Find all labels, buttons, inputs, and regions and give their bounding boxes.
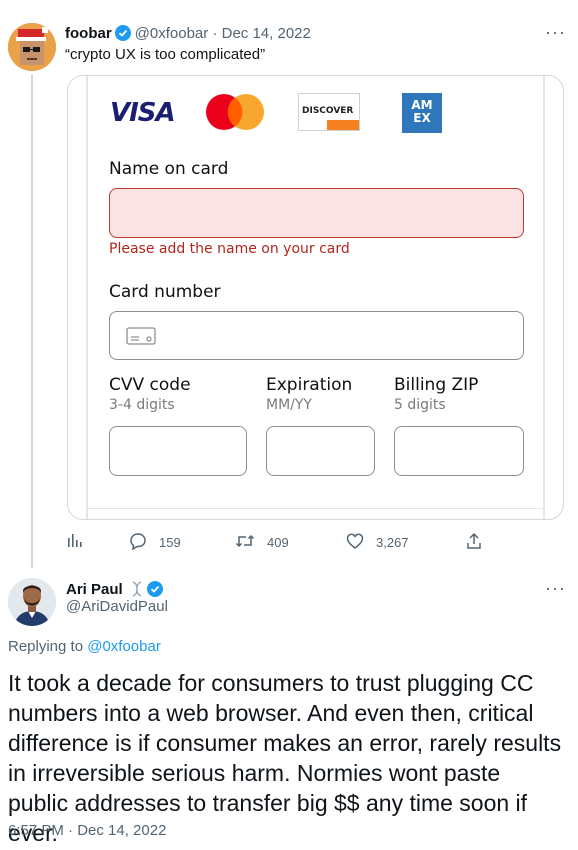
like-count: 3,267	[376, 535, 409, 550]
avatar-ari-paul[interactable]	[8, 578, 56, 626]
card-number-input[interactable]	[109, 311, 524, 360]
verified-badge-icon	[114, 25, 131, 47]
author-handle-2[interactable]: @AriDavidPaul	[66, 598, 168, 615]
replying-to-prefix: Replying to	[8, 638, 84, 655]
tweet-media-card[interactable]: VISA DISCOVER AM EX Name on card Please …	[67, 75, 564, 520]
payment-form-screenshot: VISA DISCOVER AM EX Name on card Please …	[86, 76, 545, 519]
replying-to-line: Replying to @0xfoobar	[8, 638, 161, 655]
tweet2-text: It took a decade for consumers to trust …	[8, 670, 562, 846]
cvv-hint: 3-4 digits	[109, 397, 175, 413]
share-icon	[465, 532, 483, 553]
reply-count: 159	[159, 535, 181, 550]
retweet-icon	[235, 532, 255, 553]
amex-logo: AM EX	[402, 93, 442, 133]
mastercard-logo	[204, 93, 268, 131]
tweet1-header: foobar @0xfoobar · Dec 14, 2022	[65, 24, 311, 47]
tweet-date[interactable]: · Dec 14, 2022	[212, 25, 310, 42]
name-error-message: Please add the name on your card	[109, 241, 350, 257]
name-on-card-input[interactable]	[109, 188, 524, 238]
name-on-card-label: Name on card	[109, 159, 229, 179]
reply-button[interactable]: 159	[129, 532, 181, 553]
credit-card-icon	[126, 327, 156, 349]
like-button[interactable]: 3,267	[346, 532, 409, 553]
author-handle[interactable]: @0xfoobar	[135, 25, 209, 42]
tweet2-timestamp[interactable]: 6:57 PM · Dec 14, 2022	[8, 822, 166, 839]
discover-logo: DISCOVER	[298, 93, 360, 131]
thread-connector-line	[31, 74, 33, 568]
more-options-icon-2[interactable]: ···	[545, 578, 566, 599]
billing-zip-hint: 5 digits	[394, 397, 446, 413]
replying-to-handle-link[interactable]: @0xfoobar	[87, 638, 161, 655]
analytics-button[interactable]	[67, 532, 83, 551]
billing-zip-label: Billing ZIP	[394, 375, 479, 395]
author-name-2[interactable]: Ari Paul	[66, 581, 123, 598]
tweet-action-bar: 159 409 3,267	[67, 530, 507, 554]
author-name[interactable]: foobar	[65, 25, 112, 42]
visa-logo: VISA	[110, 98, 176, 128]
card-number-label: Card number	[109, 282, 221, 302]
retweet-count: 409	[267, 535, 289, 550]
avatar-foobar[interactable]	[8, 23, 56, 71]
expiration-label: Expiration	[266, 375, 353, 395]
cvv-label: CVV code	[109, 375, 191, 395]
billing-zip-input[interactable]	[394, 426, 524, 476]
cvv-input[interactable]	[109, 426, 247, 476]
expiration-input[interactable]	[266, 426, 375, 476]
more-options-icon[interactable]: ···	[545, 22, 566, 43]
form-divider	[88, 508, 543, 509]
reply-icon	[129, 532, 147, 553]
expiration-hint: MM/YY	[266, 397, 312, 413]
analytics-icon	[67, 532, 83, 551]
retweet-button[interactable]: 409	[235, 532, 289, 553]
heart-icon	[346, 532, 364, 553]
tweet1-text: “crypto UX is too complicated”	[65, 46, 266, 63]
share-button[interactable]	[465, 532, 483, 553]
